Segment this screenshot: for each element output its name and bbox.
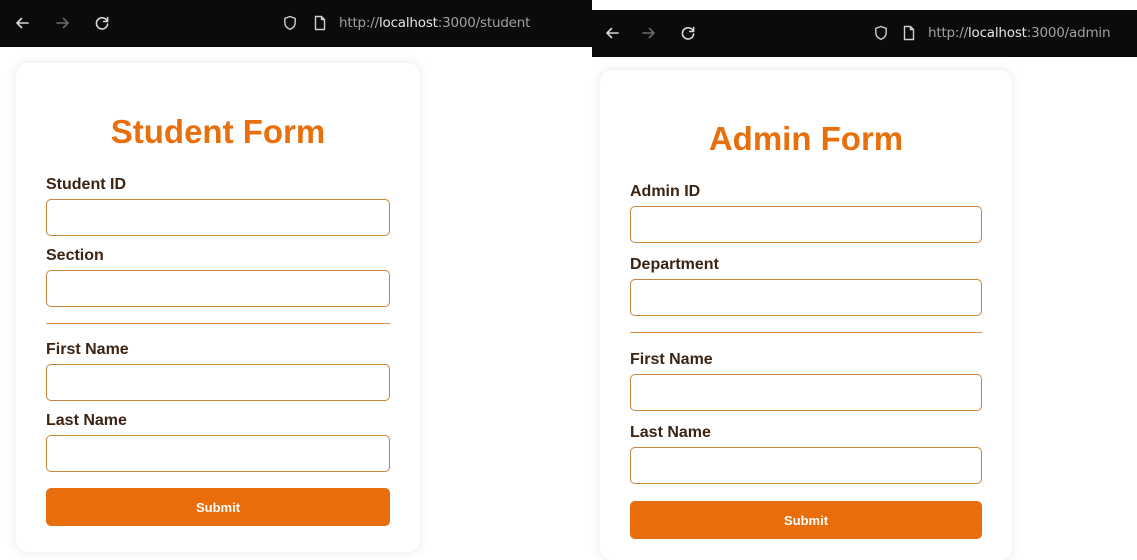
department-input[interactable] bbox=[630, 279, 982, 316]
last-name-input[interactable] bbox=[46, 435, 390, 472]
form-divider bbox=[630, 332, 982, 333]
admin-id-input[interactable] bbox=[630, 206, 982, 243]
shield-icon bbox=[875, 25, 887, 41]
forward-button[interactable] bbox=[53, 13, 73, 33]
arrow-left-icon bbox=[16, 17, 29, 29]
first-name-label: First Name bbox=[630, 351, 713, 368]
first-name-label: First Name bbox=[46, 341, 129, 358]
url-host: localhost bbox=[378, 15, 438, 31]
url-prefix: http:// bbox=[928, 25, 968, 41]
first-name-input[interactable] bbox=[630, 374, 982, 411]
submit-button[interactable]: Submit bbox=[630, 501, 982, 539]
arrow-right-icon bbox=[642, 27, 655, 39]
reload-icon bbox=[681, 26, 695, 40]
address-bar-url[interactable]: http://localhost:3000/student bbox=[339, 15, 530, 31]
form-title: Admin Form bbox=[708, 120, 904, 157]
form-title: Student Form bbox=[110, 113, 326, 150]
page-icon bbox=[903, 25, 915, 41]
url-path: :3000/student bbox=[437, 15, 531, 31]
back-button[interactable] bbox=[602, 23, 622, 43]
tracking-protection-button[interactable] bbox=[873, 25, 889, 41]
admin-form-card: Admin Form Admin ID Department First Nam… bbox=[600, 70, 1012, 560]
page-info-button[interactable] bbox=[901, 25, 917, 41]
url-prefix: http:// bbox=[339, 15, 379, 31]
student-id-input[interactable] bbox=[46, 199, 390, 236]
arrow-right-icon bbox=[56, 17, 69, 29]
address-bar-url[interactable]: http://localhost:3000/admin bbox=[928, 25, 1111, 41]
url-path: :3000/admin bbox=[1026, 25, 1111, 41]
url-host: localhost bbox=[967, 25, 1027, 41]
browser-toolbar-admin: http://localhost:3000/admin bbox=[592, 10, 1137, 57]
last-name-label: Last Name bbox=[46, 412, 127, 429]
page-icon bbox=[314, 15, 326, 31]
last-name-input[interactable] bbox=[630, 447, 982, 484]
student-id-label: Student ID bbox=[46, 176, 126, 193]
arrow-left-icon bbox=[606, 27, 619, 39]
submit-button[interactable]: Submit bbox=[46, 488, 390, 526]
reload-button[interactable] bbox=[92, 13, 112, 33]
form-divider bbox=[46, 323, 390, 324]
section-input[interactable] bbox=[46, 270, 390, 307]
shield-icon bbox=[284, 15, 296, 31]
back-button[interactable] bbox=[12, 13, 32, 33]
reload-icon bbox=[95, 16, 109, 30]
student-form-card: Student Form Student ID Section First Na… bbox=[16, 63, 420, 552]
admin-id-label: Admin ID bbox=[630, 183, 701, 200]
department-label: Department bbox=[630, 256, 719, 273]
last-name-label: Last Name bbox=[630, 424, 711, 441]
reload-button[interactable] bbox=[678, 23, 698, 43]
tracking-protection-button[interactable] bbox=[282, 15, 298, 31]
forward-button[interactable] bbox=[639, 23, 659, 43]
browser-toolbar-student: http://localhost:3000/student bbox=[0, 0, 592, 47]
section-label: Section bbox=[46, 247, 104, 264]
first-name-input[interactable] bbox=[46, 364, 390, 401]
page-info-button[interactable] bbox=[312, 15, 328, 31]
